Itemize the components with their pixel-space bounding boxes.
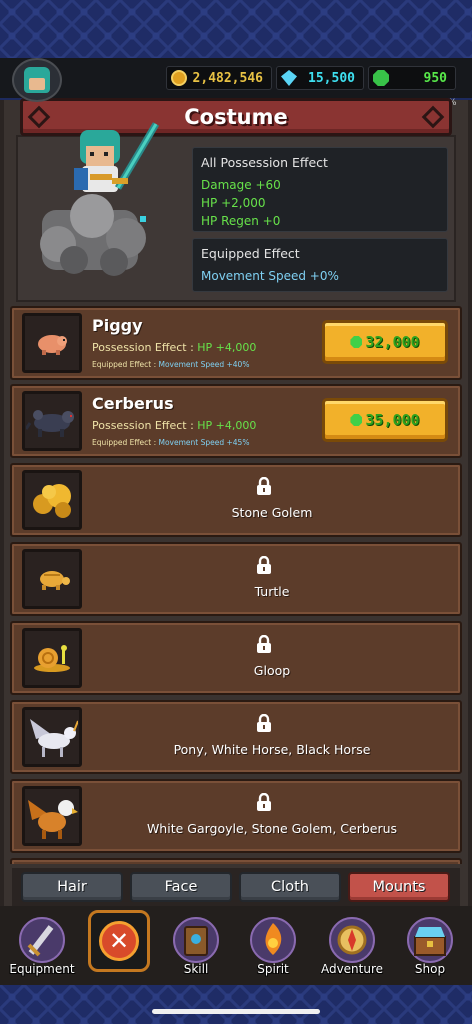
nav-adventure[interactable]: Adventure [314, 912, 390, 982]
mount-item-pegasus[interactable]: Pony, White Horse, Black Horse [10, 700, 462, 774]
gold-amount: 2,482,546 [192, 70, 263, 86]
snail-thumbnail [22, 628, 82, 688]
lock-icon [257, 635, 271, 653]
nav-label: Spirit [257, 962, 289, 976]
top-decoration [0, 0, 472, 60]
griffin-thumbnail [22, 786, 82, 846]
buy-cerberus-button[interactable]: 35,000 [322, 398, 448, 442]
compass-icon [324, 914, 380, 966]
locked-requirement: Pony, White Horse, Black Horse [173, 742, 371, 757]
tab-cloth[interactable]: Cloth [239, 872, 341, 902]
gold-counter[interactable]: 2,482,546 [166, 66, 272, 90]
close-button[interactable]: ✕ [88, 910, 150, 972]
turtle-icon [40, 571, 70, 590]
damage-stat: Damage +60 [201, 178, 281, 192]
all-possession-effect-box: All Possession Effect Damage +60 HP +2,0… [192, 147, 448, 232]
home-indicator[interactable] [152, 1009, 320, 1014]
mount-list[interactable]: Piggy Possession Effect : HP +4,000 Equi… [10, 304, 462, 864]
mount-item-turtle[interactable]: Turtle [10, 542, 462, 616]
possession-effect: Possession Effect : HP +4,000 [92, 419, 256, 432]
nav-shop[interactable]: Shop [392, 912, 468, 982]
spirit-flame-icon [245, 914, 301, 966]
all-possession-header: All Possession Effect [201, 155, 328, 170]
lock-icon [257, 793, 271, 811]
nav-label: Shop [414, 962, 446, 976]
emerald-amount: 950 [423, 70, 447, 86]
diamond-icon [281, 70, 297, 86]
locked-requirement: Gloop [253, 663, 291, 678]
spellbook-icon [168, 914, 224, 966]
banner-ornament-icon [421, 105, 445, 129]
hp-stat: HP +2,000 [201, 196, 266, 210]
player-avatar[interactable] [12, 58, 62, 102]
possession-label: Possession Effect : [92, 341, 198, 354]
piggy-icon [38, 335, 67, 355]
coin-icon [171, 70, 187, 86]
mount-item-griffin[interactable]: White Gargoyle, Stone Golem, Cerberus [10, 779, 462, 853]
mount-name: Cerberus [92, 394, 174, 413]
hp-regen-stat: HP Regen +0 [201, 214, 281, 228]
possession-effect: Possession Effect : HP +4,000 [92, 341, 256, 354]
tab-hair[interactable]: Hair [21, 872, 123, 902]
nav-equipment[interactable]: Equipment [4, 912, 80, 982]
griffin-icon [28, 800, 78, 839]
piggy-thumbnail [22, 313, 82, 373]
lock-icon [257, 714, 271, 732]
equipped-value: Movement Speed +40% [158, 360, 250, 369]
equipped-effect: Equipped Effect : Movement Speed +40% [92, 360, 249, 369]
equipped-header: Equipped Effect [201, 246, 300, 261]
tab-face[interactable]: Face [130, 872, 232, 902]
nav-label: Skill [183, 962, 209, 976]
mount-item-stone-golem[interactable]: Stone Golem [10, 463, 462, 537]
lock-icon [257, 556, 271, 574]
nav-spirit[interactable]: Spirit [235, 912, 311, 982]
character-on-mount-icon [40, 122, 160, 276]
sword-icon [14, 914, 70, 966]
turtle-thumbnail [22, 549, 82, 609]
locked-requirement: White Gargoyle, Stone Golem, Cerberus [146, 821, 398, 836]
pegasus-thumbnail [22, 707, 82, 767]
possession-value: HP +4,000 [197, 419, 257, 432]
gem-amount: 15,500 [308, 70, 355, 86]
cerberus-thumbnail [22, 391, 82, 451]
locked-requirement: Turtle [254, 584, 290, 599]
nav-skill[interactable]: Skill [158, 912, 234, 982]
movement-speed-stat: Movement Speed +0% [201, 269, 339, 283]
mount-item-cerberus[interactable]: Cerberus Possession Effect : HP +4,000 E… [10, 384, 462, 458]
price-label: 32,000 [365, 333, 420, 351]
price-label: 35,000 [365, 411, 420, 429]
nav-label: Equipment [9, 962, 75, 976]
emerald-icon [350, 336, 363, 348]
equipped-effect-box: Equipped Effect Movement Speed +0% [192, 238, 448, 292]
equipped-label: Equipped Effect : [92, 360, 159, 369]
emerald-icon [350, 414, 363, 426]
mount-name: Piggy [92, 316, 143, 335]
pegasus-icon [30, 719, 78, 757]
snail-icon [34, 645, 70, 672]
mount-item-partial[interactable] [10, 858, 462, 864]
possession-value: HP +4,000 [197, 341, 257, 354]
equipped-value: Movement Speed +45% [158, 438, 250, 447]
equipped-effect: Equipped Effect : Movement Speed +45% [92, 438, 249, 447]
equipped-label: Equipped Effect : [92, 438, 159, 447]
stone-golem-thumbnail [22, 470, 82, 530]
page-title: Costume [184, 105, 288, 129]
possession-label: Possession Effect : [92, 419, 198, 432]
locked-requirement: Stone Golem [231, 505, 313, 520]
avatar-face-icon [24, 67, 50, 93]
gem-counter[interactable]: 15,500 [276, 66, 364, 90]
mount-item-snail[interactable]: Gloop [10, 621, 462, 695]
emerald-counter[interactable]: 950 [368, 66, 456, 90]
cerberus-icon [26, 410, 74, 437]
buy-piggy-button[interactable]: 32,000 [322, 320, 448, 364]
gold-golem-icon [33, 484, 71, 518]
nav-label: Adventure [320, 962, 384, 976]
treasure-chest-icon [402, 914, 458, 966]
tab-mounts[interactable]: Mounts [348, 872, 450, 902]
bottom-decoration [0, 985, 472, 1024]
mount-item-piggy[interactable]: Piggy Possession Effect : HP +4,000 Equi… [10, 306, 462, 380]
lock-icon [257, 477, 271, 495]
close-icon: ✕ [99, 921, 139, 961]
emerald-icon [373, 70, 389, 86]
